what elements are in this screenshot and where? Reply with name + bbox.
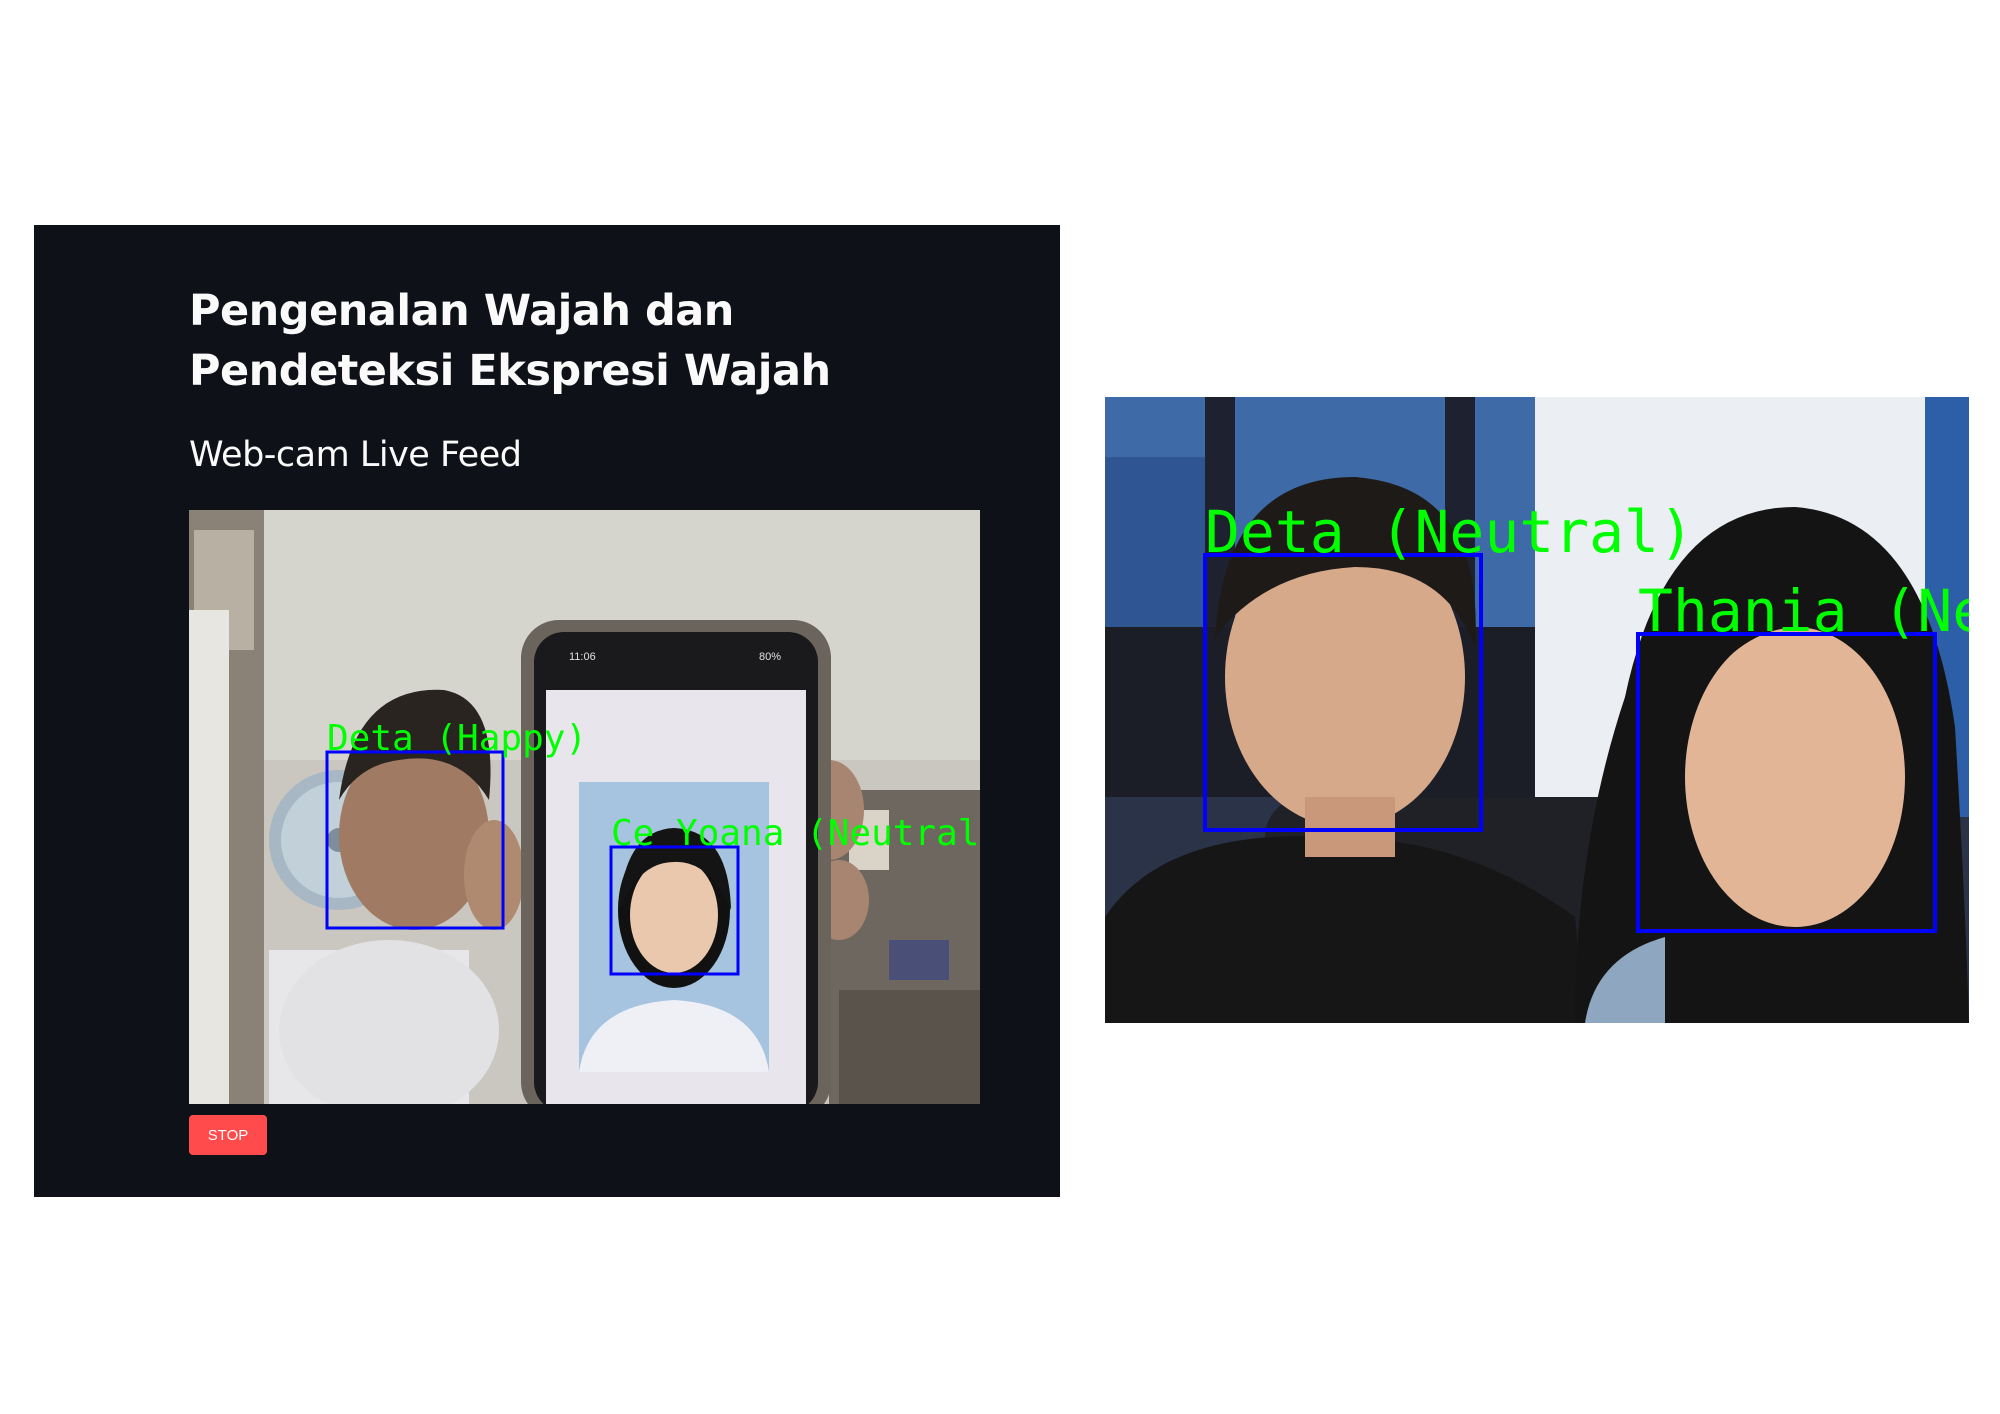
webcam-frame: 11:06 80% Deta (Happy) Ce Yoana (Neutral…: [189, 510, 980, 1104]
page-subtitle: Web-cam Live Feed: [189, 435, 522, 475]
phone-icon: 11:06 80%: [521, 620, 831, 1104]
detection-label-deta: Deta (Neutral): [1205, 498, 1694, 566]
phone-battery: 80%: [759, 651, 781, 663]
webcam-feed: 11:06 80% Deta (Happy) Ce Yoana (Neutral…: [189, 510, 980, 1104]
detection-label-thania: Thania (Neu: [1638, 577, 1969, 645]
page-title: Pengenalan Wajah dan Pendeteksi Ekspresi…: [189, 286, 831, 396]
detection-label-ce-yoana: Ce Yoana (Neutral): [611, 813, 980, 854]
stop-button[interactable]: STOP: [189, 1115, 267, 1155]
photo-feed: Deta (Neutral) Thania (Neu: [1105, 397, 1969, 1023]
photo-frame: Deta (Neutral) Thania (Neu: [1105, 397, 1969, 1023]
detection-label-deta: Deta (Happy): [327, 718, 587, 759]
phone-time: 11:06: [569, 651, 596, 663]
app-panel: Pengenalan Wajah dan Pendeteksi Ekspresi…: [34, 225, 1060, 1197]
